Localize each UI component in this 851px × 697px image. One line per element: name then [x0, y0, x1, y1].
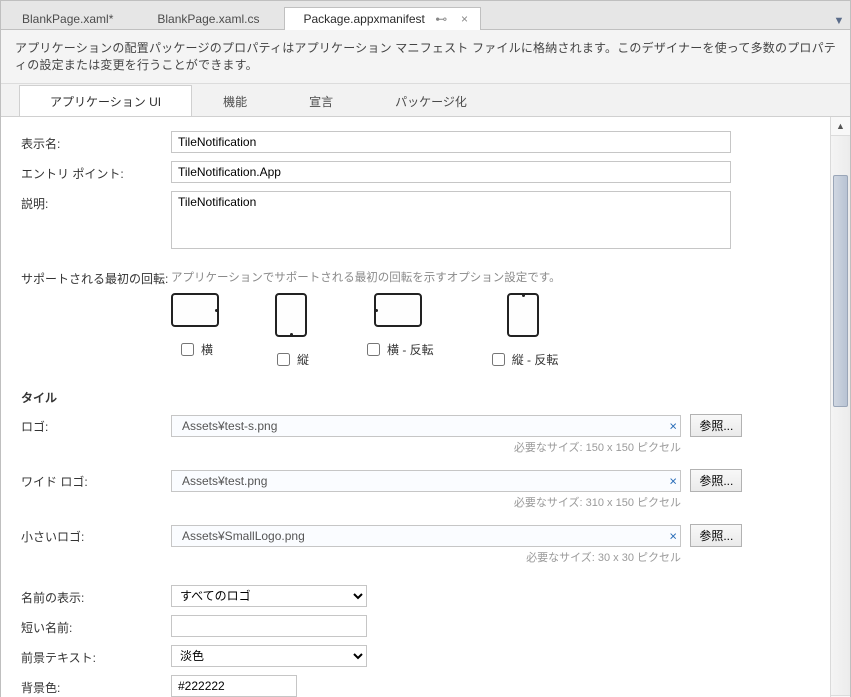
tab-label: アプリケーション UI: [50, 95, 161, 109]
logo-size-hint: 必要なサイズ: 150 x 150 ピクセル: [171, 439, 681, 455]
browse-button[interactable]: 参照...: [690, 414, 742, 437]
browse-button[interactable]: 参照...: [690, 524, 742, 547]
rotation-portrait-flipped-checkbox[interactable]: [492, 353, 505, 366]
entry-point-input[interactable]: [171, 161, 731, 183]
tab-capabilities[interactable]: 機能: [192, 85, 278, 117]
rotation-opt-label: 縦 - 反転: [512, 351, 559, 368]
label-bgcolor: 背景色:: [21, 675, 171, 696]
label-rotation: サポートされる最初の回転:: [21, 266, 171, 287]
rotation-hint: アプリケーションでサポートされる最初の回転を示すオプション設定です。: [171, 269, 812, 285]
logo-input[interactable]: [171, 415, 681, 437]
bgcolor-input[interactable]: [171, 675, 297, 697]
file-tab-blankpage-xaml[interactable]: BlankPage.xaml*: [3, 7, 132, 30]
shortname-input[interactable]: [171, 615, 367, 637]
clear-icon[interactable]: ×: [669, 530, 677, 543]
rotation-landscape-flipped-icon: [374, 293, 422, 327]
tab-packaging[interactable]: パッケージ化: [364, 85, 498, 117]
form-body: 表示名: エントリ ポイント: 説明: TileNotification サポー…: [1, 117, 830, 697]
file-tab-label: BlankPage.xaml.cs: [157, 12, 259, 26]
tab-label: パッケージ化: [395, 95, 467, 109]
tab-application-ui[interactable]: アプリケーション UI: [19, 85, 192, 117]
document-tabs: BlankPage.xaml* BlankPage.xaml.cs Packag…: [1, 1, 850, 30]
label-foretext: 前景テキスト:: [21, 645, 171, 666]
rotation-landscape-flipped-checkbox[interactable]: [367, 343, 380, 356]
widelogo-size-hint: 必要なサイズ: 310 x 150 ピクセル: [171, 494, 681, 510]
clear-icon[interactable]: ×: [669, 420, 677, 433]
file-tab-blankpage-cs[interactable]: BlankPage.xaml.cs: [138, 7, 278, 30]
scroll-thumb[interactable]: [833, 175, 848, 407]
rotation-portrait-checkbox[interactable]: [277, 353, 290, 366]
rotation-portrait-icon: [275, 293, 307, 337]
browse-button[interactable]: 参照...: [690, 469, 742, 492]
rotation-opt-label: 縦: [297, 351, 309, 368]
label-shortname: 短い名前:: [21, 615, 171, 636]
showname-select[interactable]: すべてのロゴ: [171, 585, 367, 607]
rotation-landscape-icon: [171, 293, 219, 327]
rotation-opt-label: 横: [201, 341, 213, 358]
foretext-select[interactable]: 淡色: [171, 645, 367, 667]
pin-icon[interactable]: ⊷: [434, 8, 448, 30]
designer-description: アプリケーションの配置パッケージのプロパティはアプリケーション マニフェスト フ…: [1, 30, 850, 84]
scroll-up-icon[interactable]: ▲: [831, 117, 850, 136]
rotation-landscape-checkbox[interactable]: [181, 343, 194, 356]
label-widelogo: ワイド ロゴ:: [21, 469, 171, 490]
rotation-portrait-flipped-icon: [507, 293, 539, 337]
label-logo: ロゴ:: [21, 414, 171, 435]
display-name-input[interactable]: [171, 131, 731, 153]
widelogo-input[interactable]: [171, 470, 681, 492]
smalllogo-size-hint: 必要なサイズ: 30 x 30 ピクセル: [171, 549, 681, 565]
smalllogo-input[interactable]: [171, 525, 681, 547]
tab-label: 機能: [223, 95, 247, 109]
file-tab-package-manifest[interactable]: Package.appxmanifest ⊷ ×: [284, 7, 480, 30]
label-showname: 名前の表示:: [21, 585, 171, 606]
label-display-name: 表示名:: [21, 131, 171, 152]
form-region: 表示名: エントリ ポイント: 説明: TileNotification サポー…: [1, 116, 850, 697]
rotation-opt-label: 横 - 反転: [387, 341, 434, 358]
tab-label: 宣言: [309, 95, 333, 109]
section-tile: タイル: [21, 389, 812, 406]
label-smalllogo: 小さいロゴ:: [21, 524, 171, 545]
designer-inner-tabs: アプリケーション UI 機能 宣言 パッケージ化: [1, 84, 850, 116]
clear-icon[interactable]: ×: [669, 475, 677, 488]
label-entry-point: エントリ ポイント:: [21, 161, 171, 182]
tabs-overflow-icon[interactable]: ▼: [830, 15, 848, 29]
description-input[interactable]: TileNotification: [171, 191, 731, 249]
file-tab-label: Package.appxmanifest: [303, 12, 424, 26]
close-icon[interactable]: ×: [458, 8, 472, 30]
tab-declarations[interactable]: 宣言: [278, 85, 364, 117]
manifest-designer-window: BlankPage.xaml* BlankPage.xaml.cs Packag…: [0, 0, 851, 697]
label-description: 説明:: [21, 191, 171, 212]
vertical-scrollbar[interactable]: ▲ ▼: [830, 117, 850, 697]
file-tab-label: BlankPage.xaml*: [22, 12, 113, 26]
